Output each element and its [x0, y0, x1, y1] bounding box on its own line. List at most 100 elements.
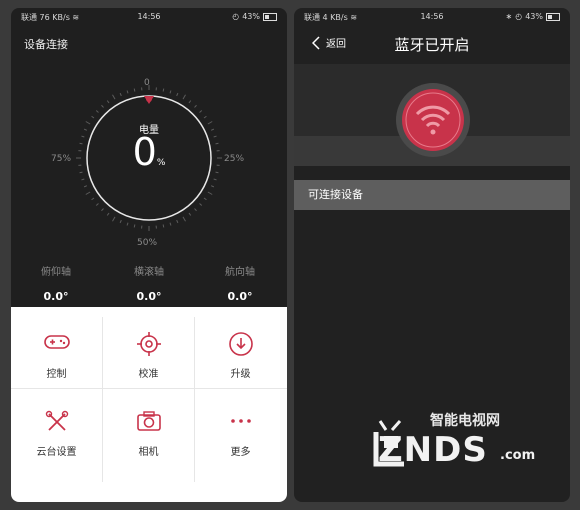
dial-tick: [112, 94, 116, 100]
dial-tick: [176, 219, 179, 224]
dial-tick: [79, 171, 83, 174]
dial-tick: [126, 90, 129, 94]
upgrade-label: 升级: [230, 369, 251, 380]
more-icon: [195, 409, 286, 433]
camera-icon: [103, 409, 194, 433]
battery-icon: [263, 12, 277, 21]
calibrate-button[interactable]: 校准: [103, 311, 194, 388]
dial-tick: [215, 171, 219, 174]
more-label: 更多: [230, 447, 251, 458]
status-bar: 联通 76 KB/s ≋ 14:56 ◴ 43%: [11, 8, 287, 24]
gimbal-settings-label: 云台设置: [36, 447, 77, 458]
dial-tick: [83, 128, 88, 131]
dial-tick: [106, 212, 110, 216]
dial-tick: [119, 219, 122, 224]
dial-tick: [162, 88, 165, 92]
more-button[interactable]: 更多: [195, 389, 286, 466]
dial-tick: [176, 92, 179, 97]
dial-label-right: 25%: [224, 154, 245, 164]
calibrate-label: 校准: [138, 369, 159, 380]
page-title: 设备连接: [24, 38, 68, 51]
control-button[interactable]: 控制: [11, 311, 102, 388]
dial-label-left: 75%: [51, 154, 72, 164]
dial-tick: [194, 208, 197, 212]
axis-label: 航向轴: [225, 267, 255, 278]
dial-tick: [95, 110, 99, 113]
dial-tick: [85, 191, 91, 195]
dial-tick: [203, 197, 207, 201]
gimbal-settings-button[interactable]: 云台设置: [11, 389, 102, 466]
dial-tick: [207, 121, 213, 125]
dial-tick: [91, 115, 95, 119]
dial-tick: [207, 191, 213, 195]
axis-value: 0.0°: [227, 290, 253, 303]
dial-tick: [213, 135, 217, 138]
alarm-icon: ◴: [232, 12, 240, 21]
alarm-icon: ◴: [515, 12, 523, 21]
chevron-left-icon: [312, 35, 320, 50]
axis-value: 0.0°: [136, 290, 162, 303]
dial-label-bottom: 50%: [137, 238, 158, 248]
battery-percent: 43%: [242, 12, 260, 21]
bluetooth-toggle[interactable]: [396, 83, 470, 157]
battery-unit: %: [156, 158, 166, 168]
watermark-cn: 智能电视网: [430, 413, 500, 429]
dial-tick: [83, 185, 88, 188]
back-label: 返回: [326, 39, 346, 50]
crosshair-icon: [103, 331, 194, 356]
dial-tick: [210, 128, 215, 131]
battery-value: 0%: [99, 130, 199, 174]
dial-tick: [169, 90, 172, 94]
battery-status: ∗ ◴ 43%: [506, 12, 560, 21]
dial-tick: [133, 88, 136, 92]
znds-watermark: 智能电视网 ZNDS .com: [370, 410, 550, 480]
download-icon: [195, 331, 286, 356]
tools-icon: [11, 409, 102, 433]
dial-tick: [101, 208, 104, 212]
axis-label: 横滚轴: [134, 267, 164, 278]
upgrade-button[interactable]: 升级: [195, 311, 286, 388]
dial-tick: [182, 216, 186, 222]
dial-tick: [215, 142, 219, 145]
dial-tick: [169, 222, 172, 226]
dial-tick: [81, 135, 85, 138]
dial-tick: [126, 222, 129, 226]
axis-yaw: 航向轴 0.0°: [200, 263, 280, 303]
back-button[interactable]: 返回: [312, 35, 346, 50]
camera-button[interactable]: 相机: [103, 389, 194, 466]
axis-pitch: 俯仰轴 0.0°: [16, 263, 96, 303]
bluetooth-status-icon: ∗: [505, 12, 513, 21]
dial-tick: [95, 203, 99, 206]
dial-tick: [101, 104, 104, 108]
dial-tick: [85, 121, 91, 125]
dial-tick: [182, 94, 186, 100]
dial-tick: [199, 110, 203, 113]
axis-value: 0.0°: [43, 290, 69, 303]
device-connection-screen: 联通 76 KB/s ≋ 14:56 ◴ 43% 设备连接 0 75% 25% …: [11, 8, 287, 502]
dial-tick: [133, 224, 136, 228]
dial-tick: [119, 92, 122, 97]
dial-tick: [106, 100, 110, 104]
dial-tick: [81, 178, 85, 181]
dial-tick: [188, 212, 192, 216]
signal-icon: [402, 89, 464, 151]
battery-icon: [546, 12, 560, 21]
watermark-suffix: .com: [500, 448, 536, 463]
available-devices-header: 可连接设备: [294, 180, 570, 210]
battery-number: 0: [132, 130, 157, 174]
status-bar: 联通 4 KB/s ≋ 14:56 ∗ ◴ 43%: [294, 8, 570, 24]
dial-tick: [203, 115, 207, 119]
dial-tick: [112, 216, 116, 222]
function-grid: 控制 校准 升级 云台设置 相机 更多: [11, 307, 287, 502]
battery-percent: 43%: [525, 12, 543, 21]
dial-tick: [199, 203, 203, 206]
control-label: 控制: [46, 369, 67, 380]
axis-label: 俯仰轴: [41, 267, 71, 278]
dial-tick: [162, 224, 165, 228]
dial-tick: [91, 197, 95, 201]
watermark-logo: ZNDS: [378, 430, 488, 470]
dial-label-top: 0: [144, 78, 150, 88]
dial-tick: [194, 104, 197, 108]
gamepad-icon: [11, 331, 102, 355]
dial-tick: [79, 142, 83, 145]
